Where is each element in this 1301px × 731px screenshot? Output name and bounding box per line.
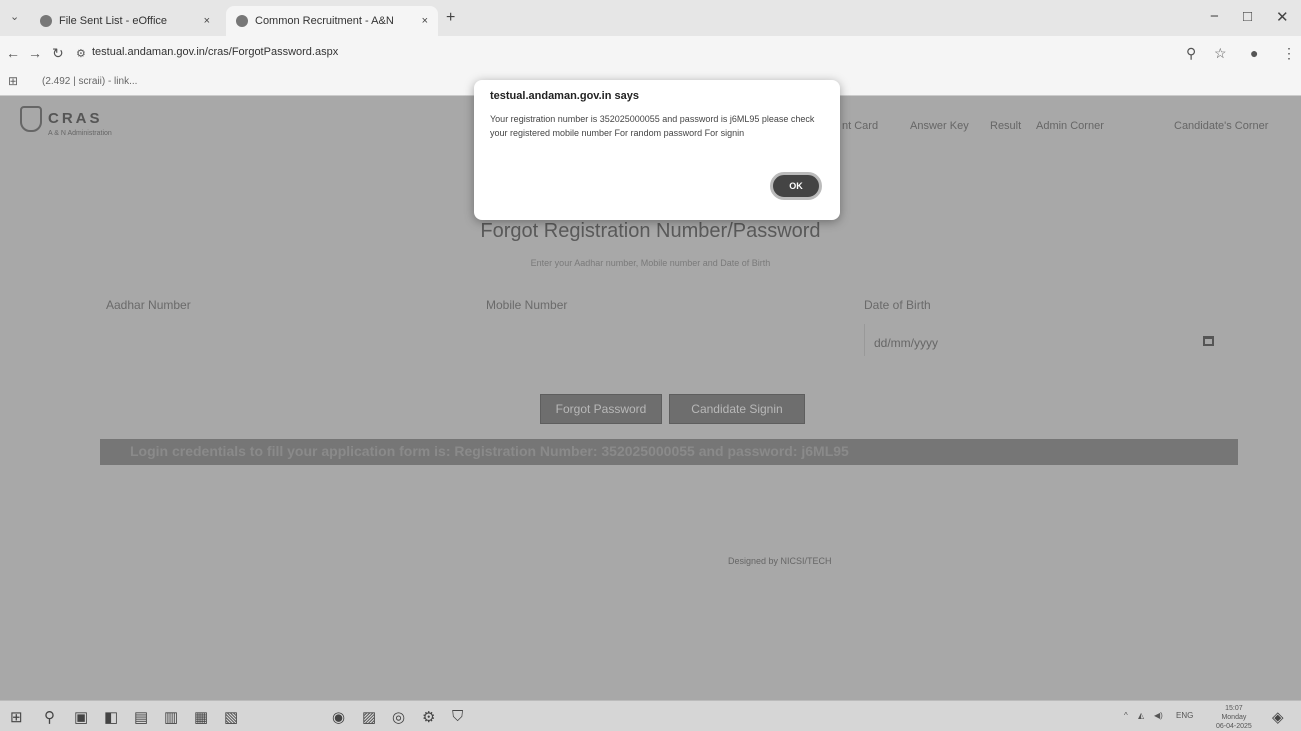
url-field[interactable]: testual.andaman.gov.in/cras/ForgotPasswo… bbox=[92, 46, 338, 58]
tab-label: File Sent List - eOffice bbox=[59, 15, 168, 27]
store-icon[interactable]: ▥ bbox=[164, 708, 178, 726]
alert-dialog: testual.andaman.gov.in says Your registr… bbox=[474, 80, 840, 220]
new-tab-button[interactable]: + bbox=[446, 9, 455, 27]
nav-candidates-corner[interactable]: Candidate's Corner bbox=[1174, 120, 1268, 132]
clock-time: 15:07 bbox=[1225, 705, 1243, 712]
dob-label: Date of Birth bbox=[864, 298, 931, 312]
forward-icon[interactable]: → bbox=[28, 45, 42, 61]
credentials-text: Login credentials to fill your applicati… bbox=[130, 443, 849, 459]
site-brand[interactable]: CRAS A & N Administration bbox=[20, 106, 112, 137]
page-title: Forgot Registration Number/Password bbox=[480, 220, 821, 242]
tab-favicon-icon bbox=[40, 15, 52, 27]
brand-subtitle: A & N Administration bbox=[48, 130, 112, 137]
tab-close-icon[interactable]: × bbox=[204, 15, 210, 27]
site-info-icon[interactable]: ⚙ bbox=[76, 47, 86, 60]
widgets-icon[interactable]: ◧ bbox=[104, 708, 118, 726]
apps-icon[interactable]: ⊞ bbox=[8, 74, 18, 88]
nav-admit-card[interactable]: nt Card bbox=[842, 120, 878, 132]
bookmark-star-icon[interactable]: ☆ bbox=[1214, 45, 1227, 62]
close-window-icon[interactable]: ✕ bbox=[1276, 8, 1289, 26]
tab-close-icon[interactable]: × bbox=[422, 15, 428, 27]
nav-answer-key[interactable]: Answer Key bbox=[910, 120, 969, 132]
ok-button[interactable]: OK bbox=[770, 172, 822, 200]
tab-label: Common Recruitment - A&N bbox=[255, 15, 394, 27]
mobile-input[interactable] bbox=[482, 324, 850, 356]
address-bar: ← → ↻ ⚙ testual.andaman.gov.in/cras/Forg… bbox=[0, 36, 1301, 70]
windows-taskbar: ⊞ ⚲ ▣ ◧ ▤ ▥ ▦ ▧ ◉ ▨ ◎ ⚙ ⛉ ^ ◭ ◀) ENG 15:… bbox=[0, 700, 1301, 731]
explorer-icon[interactable]: ▤ bbox=[134, 708, 148, 726]
brand-name: CRAS bbox=[48, 110, 103, 127]
app-icon[interactable]: ▧ bbox=[224, 708, 238, 726]
profile-icon[interactable]: ● bbox=[1250, 45, 1258, 61]
footer-text: Designed by NICSI/TECH bbox=[728, 556, 832, 566]
tab-common-recruitment[interactable]: Common Recruitment - A&N × bbox=[226, 6, 438, 36]
candidate-signin-button[interactable]: Candidate Signin bbox=[669, 394, 805, 424]
network-icon[interactable]: ◭ bbox=[1138, 711, 1144, 720]
tab-search-icon[interactable]: ⌄ bbox=[10, 10, 19, 23]
chrome-icon[interactable]: ◉ bbox=[332, 708, 345, 726]
taskview-icon[interactable]: ▣ bbox=[74, 708, 88, 726]
calendar-icon[interactable] bbox=[1203, 336, 1214, 346]
emblem-icon bbox=[20, 106, 42, 132]
dialog-title: testual.andaman.gov.in says bbox=[490, 90, 639, 102]
whatsapp-icon[interactable]: ◎ bbox=[392, 708, 405, 726]
notification-icon[interactable]: ◈ bbox=[1272, 708, 1284, 726]
search-icon[interactable]: ⚲ bbox=[44, 708, 55, 726]
settings-icon[interactable]: ⚙ bbox=[422, 708, 435, 726]
volume-icon[interactable]: ◀) bbox=[1154, 711, 1163, 720]
nav-result[interactable]: Result bbox=[990, 120, 1021, 132]
credentials-banner: Login credentials to fill your applicati… bbox=[100, 439, 1238, 465]
security-icon[interactable]: ⛉ bbox=[452, 708, 463, 725]
aadhar-input[interactable] bbox=[100, 324, 468, 356]
tray-chevron-icon[interactable]: ^ bbox=[1124, 711, 1128, 720]
language-indicator[interactable]: ENG bbox=[1176, 711, 1193, 720]
clock-day: Monday bbox=[1221, 714, 1247, 721]
maximize-icon[interactable]: □ bbox=[1243, 8, 1252, 25]
menu-icon[interactable]: ⋮ bbox=[1282, 45, 1296, 62]
page-subtitle: Enter your Aadhar number, Mobile number … bbox=[530, 258, 771, 268]
tab-eoffice[interactable]: File Sent List - eOffice × bbox=[30, 6, 220, 36]
bookmark-item[interactable]: (2.492 | scraii) - link... bbox=[42, 76, 137, 87]
back-icon[interactable]: ← bbox=[6, 45, 20, 61]
mobile-label: Mobile Number bbox=[486, 298, 568, 312]
minimize-icon[interactable]: − bbox=[1210, 8, 1219, 25]
reload-icon[interactable]: ↻ bbox=[52, 45, 64, 62]
tab-favicon-icon bbox=[236, 15, 248, 27]
clock[interactable]: 15:07 Monday 06-04-2025 bbox=[1216, 704, 1252, 731]
zoom-icon[interactable]: ⚲ bbox=[1186, 45, 1196, 62]
photos-icon[interactable]: ▨ bbox=[362, 708, 376, 726]
dialog-message: Your registration number is 352025000055… bbox=[490, 114, 815, 138]
mail-icon[interactable]: ▦ bbox=[194, 708, 208, 726]
start-icon[interactable]: ⊞ bbox=[10, 708, 23, 726]
dob-placeholder: dd/mm/yyyy bbox=[874, 336, 939, 350]
browser-tab-bar: ⌄ File Sent List - eOffice × Common Recr… bbox=[0, 0, 1301, 36]
clock-date: 06-04-2025 bbox=[1216, 723, 1252, 730]
nav-admin-corner[interactable]: Admin Corner bbox=[1036, 120, 1104, 132]
aadhar-label: Aadhar Number bbox=[106, 298, 191, 312]
forgot-password-button[interactable]: Forgot Password bbox=[540, 394, 662, 424]
